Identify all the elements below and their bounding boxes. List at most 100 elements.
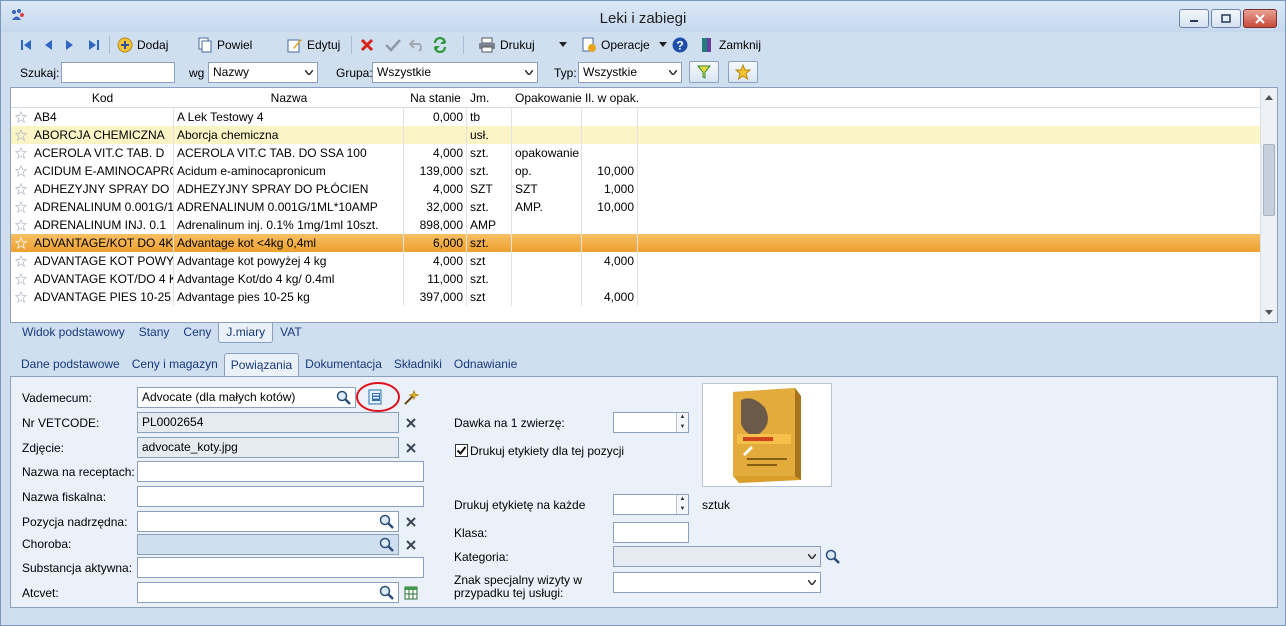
- prev-record-button[interactable]: [41, 34, 55, 56]
- table-row[interactable]: ABORCJA CHEMICZNA Aborcja chemiczna usł.: [11, 126, 1261, 144]
- table-row[interactable]: ADVANTAGE PIES 10-25 Advantage pies 10-2…: [11, 288, 1261, 306]
- last-record-button[interactable]: [87, 34, 101, 56]
- star-outline-icon[interactable]: [11, 252, 31, 270]
- add-button[interactable]: Dodaj: [117, 34, 168, 56]
- header-nazwa[interactable]: Nazwa: [174, 88, 404, 108]
- filter-button[interactable]: [689, 61, 719, 83]
- prescription-name-field[interactable]: [137, 461, 424, 482]
- grid-scrollbar[interactable]: [1260, 88, 1277, 322]
- table-row[interactable]: ADHEZYJNY SPRAY DO P ADHEZYJNY SPRAY DO …: [11, 180, 1261, 198]
- undo-button[interactable]: [409, 34, 425, 56]
- spin-down-icon[interactable]: ▼: [677, 422, 688, 432]
- scroll-down-icon[interactable]: [1261, 304, 1277, 320]
- atcvet-field[interactable]: [137, 582, 399, 603]
- tab-ceny-i-magazyn[interactable]: Ceny i magazyn: [126, 353, 224, 377]
- table-row[interactable]: ACEROLA VIT.C TAB. D ACEROLA VIT.C TAB. …: [11, 144, 1261, 162]
- vetcode-field[interactable]: PL0002654: [137, 412, 399, 433]
- atcvet-search-button[interactable]: [377, 583, 397, 603]
- disease-field[interactable]: [137, 534, 399, 555]
- star-outline-icon[interactable]: [11, 234, 31, 252]
- disease-search-button[interactable]: [377, 535, 397, 555]
- header-kod[interactable]: Kod: [31, 88, 174, 108]
- tab-ceny[interactable]: Ceny: [176, 323, 218, 343]
- category-select[interactable]: [613, 546, 821, 567]
- first-record-button[interactable]: [19, 34, 33, 56]
- search-input[interactable]: [61, 62, 175, 83]
- scroll-up-icon[interactable]: [1261, 89, 1277, 105]
- tab-jmiary[interactable]: J.miary: [218, 323, 274, 343]
- tab-stany[interactable]: Stany: [132, 323, 177, 343]
- active-substance-field[interactable]: [137, 557, 424, 578]
- table-row[interactable]: ADRENALINUM 0.001G/1 ADRENALINUM 0.001G/…: [11, 198, 1261, 216]
- table-row[interactable]: ADVANTAGE KOT POWYżE Advantage kot powyż…: [11, 252, 1261, 270]
- search-by-select[interactable]: Nazwy: [208, 62, 318, 83]
- header-jm[interactable]: Jm.: [467, 88, 512, 108]
- print-each-spinner[interactable]: ▲ ▼: [676, 495, 688, 514]
- table-row[interactable]: ADRENALINUM INJ. 0.1 Adrenalinum inj. 0.…: [11, 216, 1261, 234]
- header-opakowanie[interactable]: Opakowanie: [512, 88, 582, 108]
- table-row[interactable]: ACIDUM E-AMINOCAPROO Acidum e-aminocapro…: [11, 162, 1261, 180]
- star-outline-icon[interactable]: [11, 270, 31, 288]
- help-button[interactable]: ?: [672, 34, 688, 56]
- star-outline-icon[interactable]: [11, 216, 31, 234]
- refresh-button[interactable]: [432, 34, 448, 56]
- tab-vat[interactable]: VAT: [273, 323, 309, 343]
- scrollbar-thumb[interactable]: [1263, 144, 1275, 216]
- star-outline-icon[interactable]: [11, 198, 31, 216]
- spin-up-icon[interactable]: ▲: [677, 413, 688, 422]
- tab-widok-podstawowy[interactable]: Widok podstawowy: [15, 323, 132, 343]
- photo-field[interactable]: advocate_koty.jpg: [137, 437, 399, 458]
- delete-button[interactable]: [360, 34, 374, 56]
- next-record-button[interactable]: [63, 34, 77, 56]
- parent-item-search-button[interactable]: [377, 512, 397, 532]
- fiscal-name-field[interactable]: [137, 486, 424, 507]
- type-select[interactable]: Wszystkie: [578, 62, 682, 83]
- vademecum-link-button[interactable]: [401, 388, 421, 408]
- favorites-button[interactable]: [728, 61, 758, 83]
- tab-powiazania[interactable]: Powiązania: [223, 353, 300, 377]
- print-labels-checkbox[interactable]: [455, 444, 468, 457]
- tab-dokumentacja[interactable]: Dokumentacja: [299, 353, 388, 377]
- disease-clear-button[interactable]: [401, 535, 421, 555]
- class-field[interactable]: [613, 522, 689, 543]
- photo-clear-button[interactable]: [401, 438, 421, 458]
- table-row[interactable]: AB4 A Lek Testowy 4 0,000 tb: [11, 108, 1261, 126]
- vademecum-search-button[interactable]: [334, 388, 354, 408]
- vademecum-field[interactable]: Advocate (dla małych kotów): [137, 387, 356, 408]
- star-outline-icon[interactable]: [11, 180, 31, 198]
- edit-button[interactable]: Edytuj: [287, 34, 340, 56]
- close-form-button[interactable]: Zamknij: [699, 34, 761, 56]
- spin-up-icon[interactable]: ▲: [677, 495, 688, 504]
- special-mark-select[interactable]: [613, 572, 821, 593]
- table-row-selected[interactable]: ADVANTAGE/KOT DO 4KG Advantage kot <4kg …: [11, 234, 1261, 252]
- print-button[interactable]: Drukuj: [478, 34, 535, 56]
- duplicate-button[interactable]: Powiel: [197, 34, 252, 56]
- star-outline-icon[interactable]: [11, 126, 31, 144]
- dose-spinner[interactable]: ▲ ▼: [676, 413, 688, 432]
- category-search-button[interactable]: [823, 547, 843, 567]
- header-il-w-opak[interactable]: Il. w opak.: [582, 88, 638, 108]
- dose-field[interactable]: ▲ ▼: [613, 412, 689, 433]
- star-outline-icon[interactable]: [11, 144, 31, 162]
- operations-button[interactable]: Operacje: [581, 34, 650, 56]
- atcvet-table-button[interactable]: [401, 583, 421, 603]
- star-outline-icon[interactable]: [11, 162, 31, 180]
- spin-down-icon[interactable]: ▼: [677, 504, 688, 514]
- vetcode-clear-button[interactable]: [401, 413, 421, 433]
- tab-skladniki[interactable]: Składniki: [388, 353, 448, 377]
- parent-item-field[interactable]: [137, 511, 399, 532]
- print-dropdown-button[interactable]: [559, 34, 567, 56]
- tab-dane-podstawowe[interactable]: Dane podstawowe: [15, 353, 126, 377]
- close-window-button[interactable]: [1243, 9, 1277, 28]
- parent-item-clear-button[interactable]: [401, 512, 421, 532]
- table-row[interactable]: ADVANTAGE KOT/DO 4 K Advantage Kot/do 4 …: [11, 270, 1261, 288]
- confirm-button[interactable]: [385, 34, 401, 56]
- header-na-stanie[interactable]: Na stanie: [404, 88, 467, 108]
- print-each-field[interactable]: ▲ ▼: [613, 494, 689, 515]
- star-outline-icon[interactable]: [11, 288, 31, 306]
- maximize-button[interactable]: [1211, 9, 1241, 28]
- group-select[interactable]: Wszystkie: [372, 62, 538, 83]
- star-outline-icon[interactable]: [11, 108, 31, 126]
- tab-odnawianie[interactable]: Odnawianie: [448, 353, 523, 377]
- minimize-button[interactable]: [1179, 9, 1209, 28]
